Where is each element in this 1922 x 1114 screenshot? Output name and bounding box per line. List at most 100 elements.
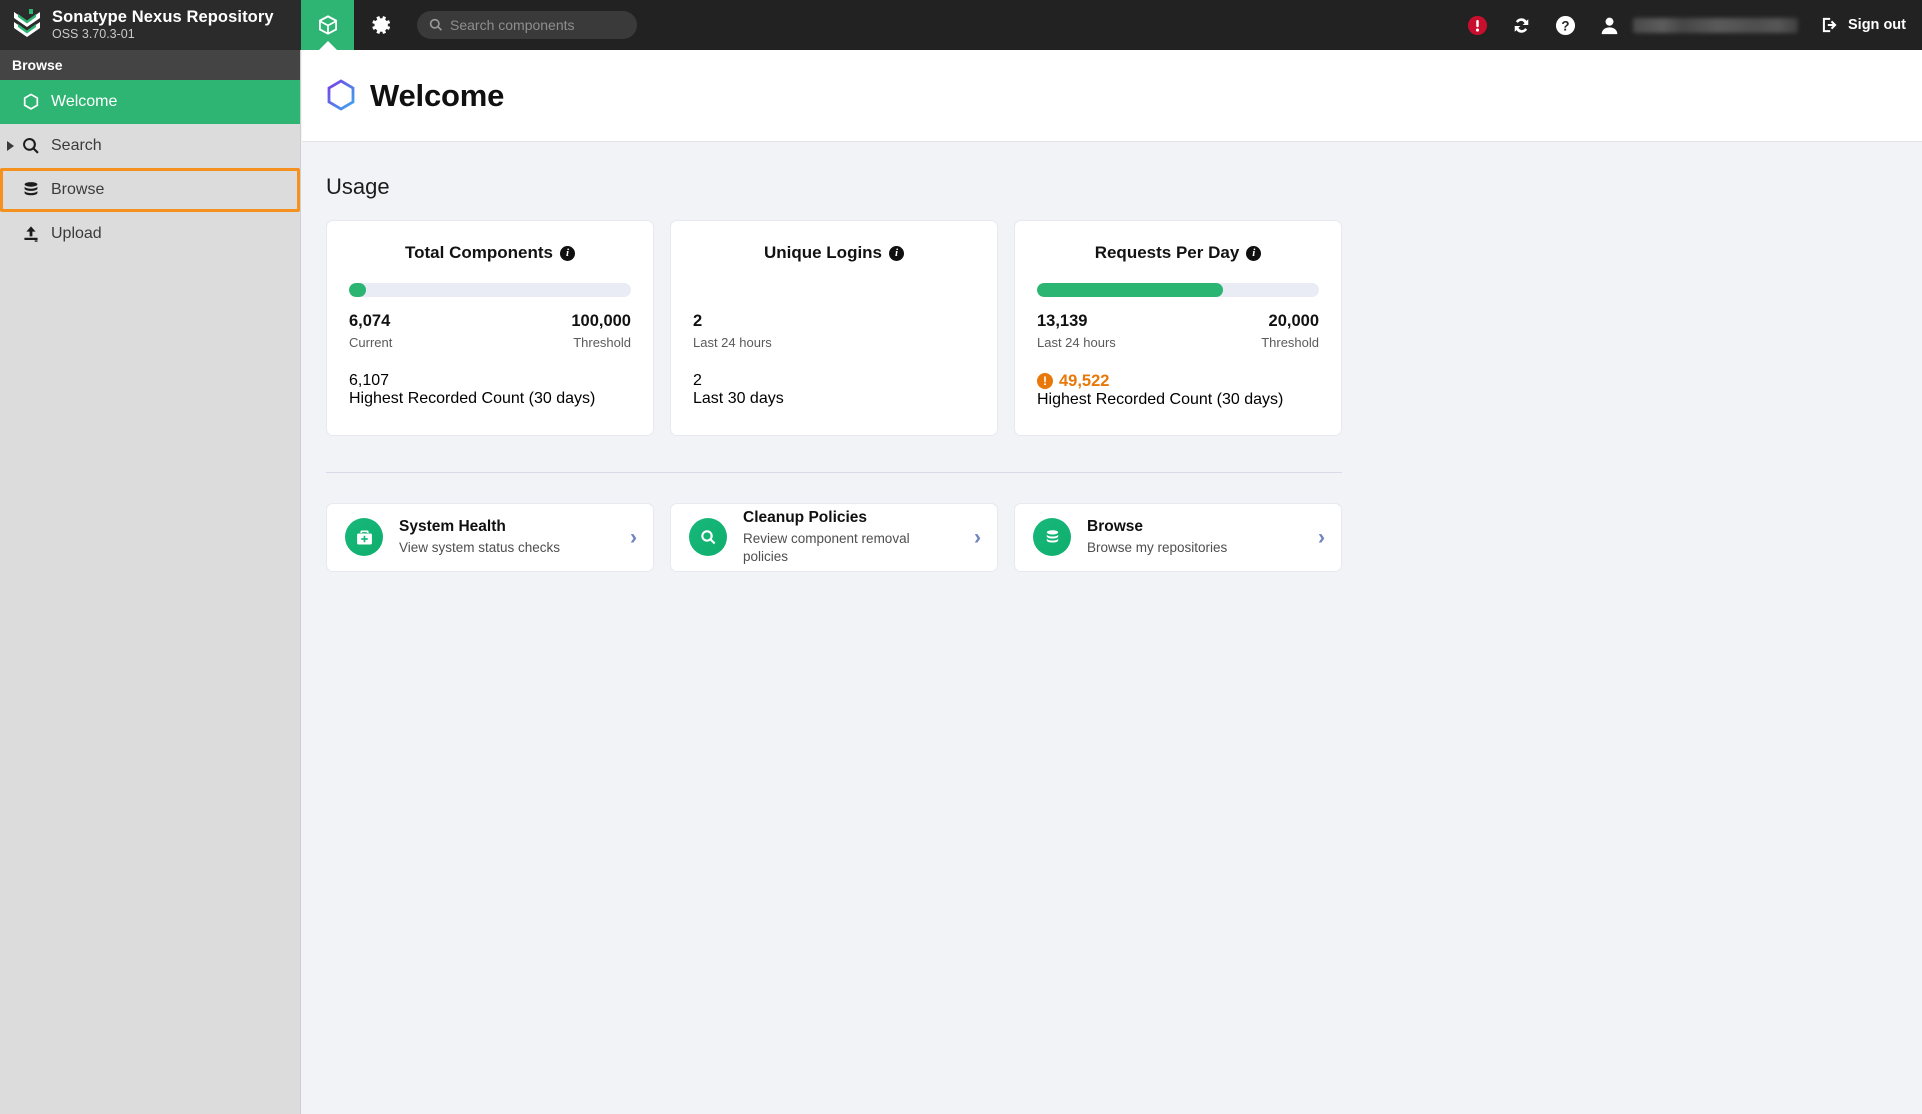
action-card-browse[interactable]: Browse Browse my repositories › bbox=[1014, 503, 1342, 572]
hexagon-icon bbox=[22, 93, 40, 111]
chevron-right-icon[interactable]: › bbox=[974, 527, 981, 548]
alert-icon bbox=[1467, 15, 1488, 36]
first-aid-kit-icon bbox=[355, 528, 374, 547]
action-text: Cleanup Policies Review component remova… bbox=[743, 508, 958, 566]
usage-card-row: Total Components i 6,074 Current 100,000… bbox=[326, 220, 1342, 436]
expand-caret-icon[interactable] bbox=[7, 141, 14, 151]
help-button[interactable]: ? bbox=[1543, 0, 1587, 50]
hexagon-gradient-icon bbox=[326, 79, 356, 112]
action-subtitle: View system status checks bbox=[399, 539, 614, 557]
sign-out-icon bbox=[1820, 15, 1840, 35]
database-icon bbox=[22, 181, 40, 199]
card-title: Unique Logins bbox=[764, 243, 882, 263]
action-card-row: System Health View system status checks … bbox=[326, 503, 1342, 572]
primary-value: 6,074 bbox=[349, 311, 392, 332]
action-card-system-health[interactable]: System Health View system status checks … bbox=[326, 503, 654, 572]
page-header: Welcome bbox=[302, 50, 1922, 142]
primary-value: 13,139 bbox=[1037, 311, 1116, 332]
action-text: System Health View system status checks bbox=[399, 517, 614, 557]
card-value-row: 2 Last 24 hours bbox=[693, 311, 975, 350]
progress-placeholder bbox=[693, 283, 975, 311]
lower-stat: ! 49,522 Highest Recorded Count (30 days… bbox=[1037, 372, 1319, 409]
action-icon-wrap bbox=[689, 518, 727, 556]
usage-card-unique-logins: Unique Logins i 2 Last 24 hours 2 Last 3… bbox=[670, 220, 998, 436]
action-icon-wrap bbox=[345, 518, 383, 556]
sidebar-item-welcome[interactable]: Welcome bbox=[0, 80, 300, 124]
brand-version: OSS 3.70.3-01 bbox=[52, 28, 274, 41]
secondary-label: Threshold bbox=[1261, 335, 1319, 350]
lower-value: 49,522 bbox=[1059, 372, 1109, 391]
brand-title: Sonatype Nexus Repository bbox=[52, 9, 274, 26]
search-input[interactable] bbox=[450, 17, 625, 33]
progress-bar-fill bbox=[349, 283, 366, 297]
brand-block[interactable]: Sonatype Nexus Repository OSS 3.70.3-01 bbox=[0, 0, 301, 50]
database-icon bbox=[1043, 528, 1062, 547]
settings-tab[interactable] bbox=[354, 0, 407, 50]
primary-label: Last 24 hours bbox=[693, 335, 772, 350]
secondary-value: 20,000 bbox=[1261, 311, 1319, 332]
usage-section-title: Usage bbox=[326, 174, 1922, 200]
user-avatar-icon bbox=[1599, 15, 1620, 36]
alert-indicator[interactable] bbox=[1455, 0, 1499, 50]
action-card-cleanup-policies[interactable]: Cleanup Policies Review component remova… bbox=[670, 503, 998, 572]
chevron-right-icon[interactable]: › bbox=[1318, 527, 1325, 548]
primary-label: Current bbox=[349, 335, 392, 350]
search-icon bbox=[699, 528, 718, 547]
card-value-row: 13,139 Last 24 hours 20,000 Threshold bbox=[1037, 311, 1319, 350]
chevron-right-icon[interactable]: › bbox=[630, 527, 637, 548]
secondary-stat: 100,000 Threshold bbox=[571, 311, 631, 350]
help-icon: ? bbox=[1555, 15, 1576, 36]
sidebar: Browse Welcome Search Browse Upload bbox=[0, 50, 301, 1114]
card-value-row: 6,074 Current 100,000 Threshold bbox=[349, 311, 631, 350]
lower-stat: 6,107 Highest Recorded Count (30 days) bbox=[349, 372, 631, 408]
lower-label: Last 30 days bbox=[693, 390, 975, 408]
sidebar-section-label: Browse bbox=[0, 50, 300, 80]
search-icon bbox=[22, 137, 40, 155]
sidebar-item-label: Browse bbox=[51, 181, 104, 199]
lower-value: 6,107 bbox=[349, 372, 631, 390]
sonatype-chevron-logo bbox=[12, 8, 42, 42]
progress-bar bbox=[349, 283, 631, 297]
secondary-label: Threshold bbox=[571, 335, 631, 350]
page-title: Welcome bbox=[370, 78, 504, 114]
refresh-button[interactable] bbox=[1499, 0, 1543, 50]
card-title-row: Unique Logins i bbox=[693, 243, 975, 263]
lower-value-warning: ! 49,522 bbox=[1037, 372, 1319, 391]
action-subtitle: Browse my repositories bbox=[1087, 539, 1302, 557]
action-icon-wrap bbox=[1033, 518, 1071, 556]
progress-bar bbox=[1037, 283, 1319, 297]
top-header-bar: Sonatype Nexus Repository OSS 3.70.3-01 bbox=[0, 0, 1922, 50]
primary-value: 2 bbox=[693, 311, 772, 332]
refresh-icon bbox=[1511, 15, 1532, 36]
info-icon[interactable]: i bbox=[560, 246, 575, 261]
sign-out-button[interactable]: Sign out bbox=[1820, 15, 1906, 35]
search-components-box[interactable] bbox=[417, 11, 637, 39]
cube-icon bbox=[316, 13, 340, 37]
user-avatar[interactable] bbox=[1587, 0, 1631, 50]
upload-icon bbox=[22, 225, 40, 243]
card-title: Total Components bbox=[405, 243, 553, 263]
card-title-row: Requests Per Day i bbox=[1037, 243, 1319, 263]
lower-stat: 2 Last 30 days bbox=[693, 372, 975, 408]
repository-tab[interactable] bbox=[301, 0, 354, 50]
main-content: Welcome Usage Total Components i 6,074 C… bbox=[302, 50, 1922, 1114]
lower-value: 2 bbox=[693, 372, 975, 390]
username-redacted bbox=[1633, 18, 1798, 33]
sidebar-item-upload[interactable]: Upload bbox=[0, 212, 300, 256]
primary-label: Last 24 hours bbox=[1037, 335, 1116, 350]
section-divider bbox=[326, 472, 1342, 473]
info-icon[interactable]: i bbox=[889, 246, 904, 261]
usage-card-requests-per-day: Requests Per Day i 13,139 Last 24 hours … bbox=[1014, 220, 1342, 436]
info-icon[interactable]: i bbox=[1246, 246, 1261, 261]
sidebar-item-browse[interactable]: Browse bbox=[0, 168, 300, 212]
primary-stat: 2 Last 24 hours bbox=[693, 311, 772, 350]
usage-card-total-components: Total Components i 6,074 Current 100,000… bbox=[326, 220, 654, 436]
warning-icon: ! bbox=[1037, 373, 1053, 389]
card-title-row: Total Components i bbox=[349, 243, 631, 263]
header-spacer bbox=[637, 0, 1455, 50]
search-icon bbox=[429, 18, 443, 32]
sidebar-item-label: Upload bbox=[51, 225, 102, 243]
primary-stat: 13,139 Last 24 hours bbox=[1037, 311, 1116, 350]
primary-stat: 6,074 Current bbox=[349, 311, 392, 350]
sidebar-item-search[interactable]: Search bbox=[0, 124, 300, 168]
